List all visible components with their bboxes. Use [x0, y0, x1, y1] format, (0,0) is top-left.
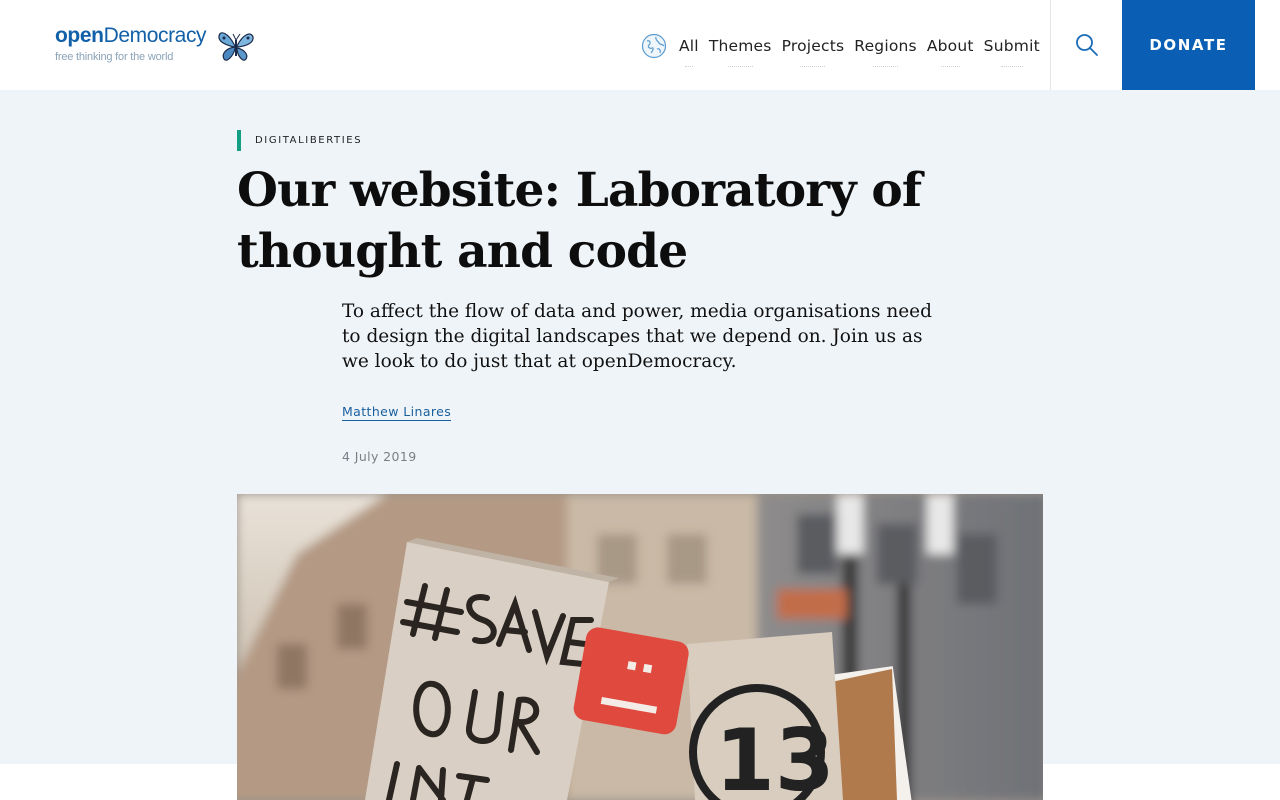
site-logo[interactable]: openDemocracy free thinking for the worl… — [55, 24, 265, 68]
category-tag[interactable]: DIGITALIBERTIES — [237, 130, 362, 151]
donate-button[interactable]: DONATE — [1122, 0, 1255, 90]
search-icon — [1075, 34, 1098, 56]
nav-item-projects[interactable]: Projects — [782, 37, 845, 67]
search-button[interactable] — [1051, 0, 1122, 90]
nav-item-about[interactable]: About — [927, 37, 974, 67]
nav-item-submit[interactable]: Submit — [984, 37, 1040, 67]
nav-item-all[interactable]: All — [679, 37, 699, 67]
main-nav: All Themes Projects Regions About Submit — [641, 33, 1050, 67]
publish-date: 4 July 2019 — [342, 449, 417, 464]
globe-icon[interactable] — [641, 33, 667, 59]
article-standfirst: To affect the flow of data and power, me… — [342, 301, 932, 372]
butterfly-icon — [218, 32, 254, 61]
author-link[interactable]: Matthew Linares — [342, 404, 452, 421]
svg-text:13: 13 — [715, 711, 835, 800]
site-header: openDemocracy free thinking for the worl… — [0, 0, 1280, 90]
lead-image: 13 — [237, 494, 1043, 800]
nav-item-themes[interactable]: Themes — [709, 37, 772, 67]
protest-photo: 13 — [237, 494, 1043, 800]
logo-wordmark: openDemocracy — [55, 24, 207, 47]
logo-tagline: free thinking for the world — [55, 51, 174, 63]
article-title: Our website: Laboratory of thought and c… — [237, 163, 922, 279]
nav-item-regions[interactable]: Regions — [854, 37, 917, 67]
